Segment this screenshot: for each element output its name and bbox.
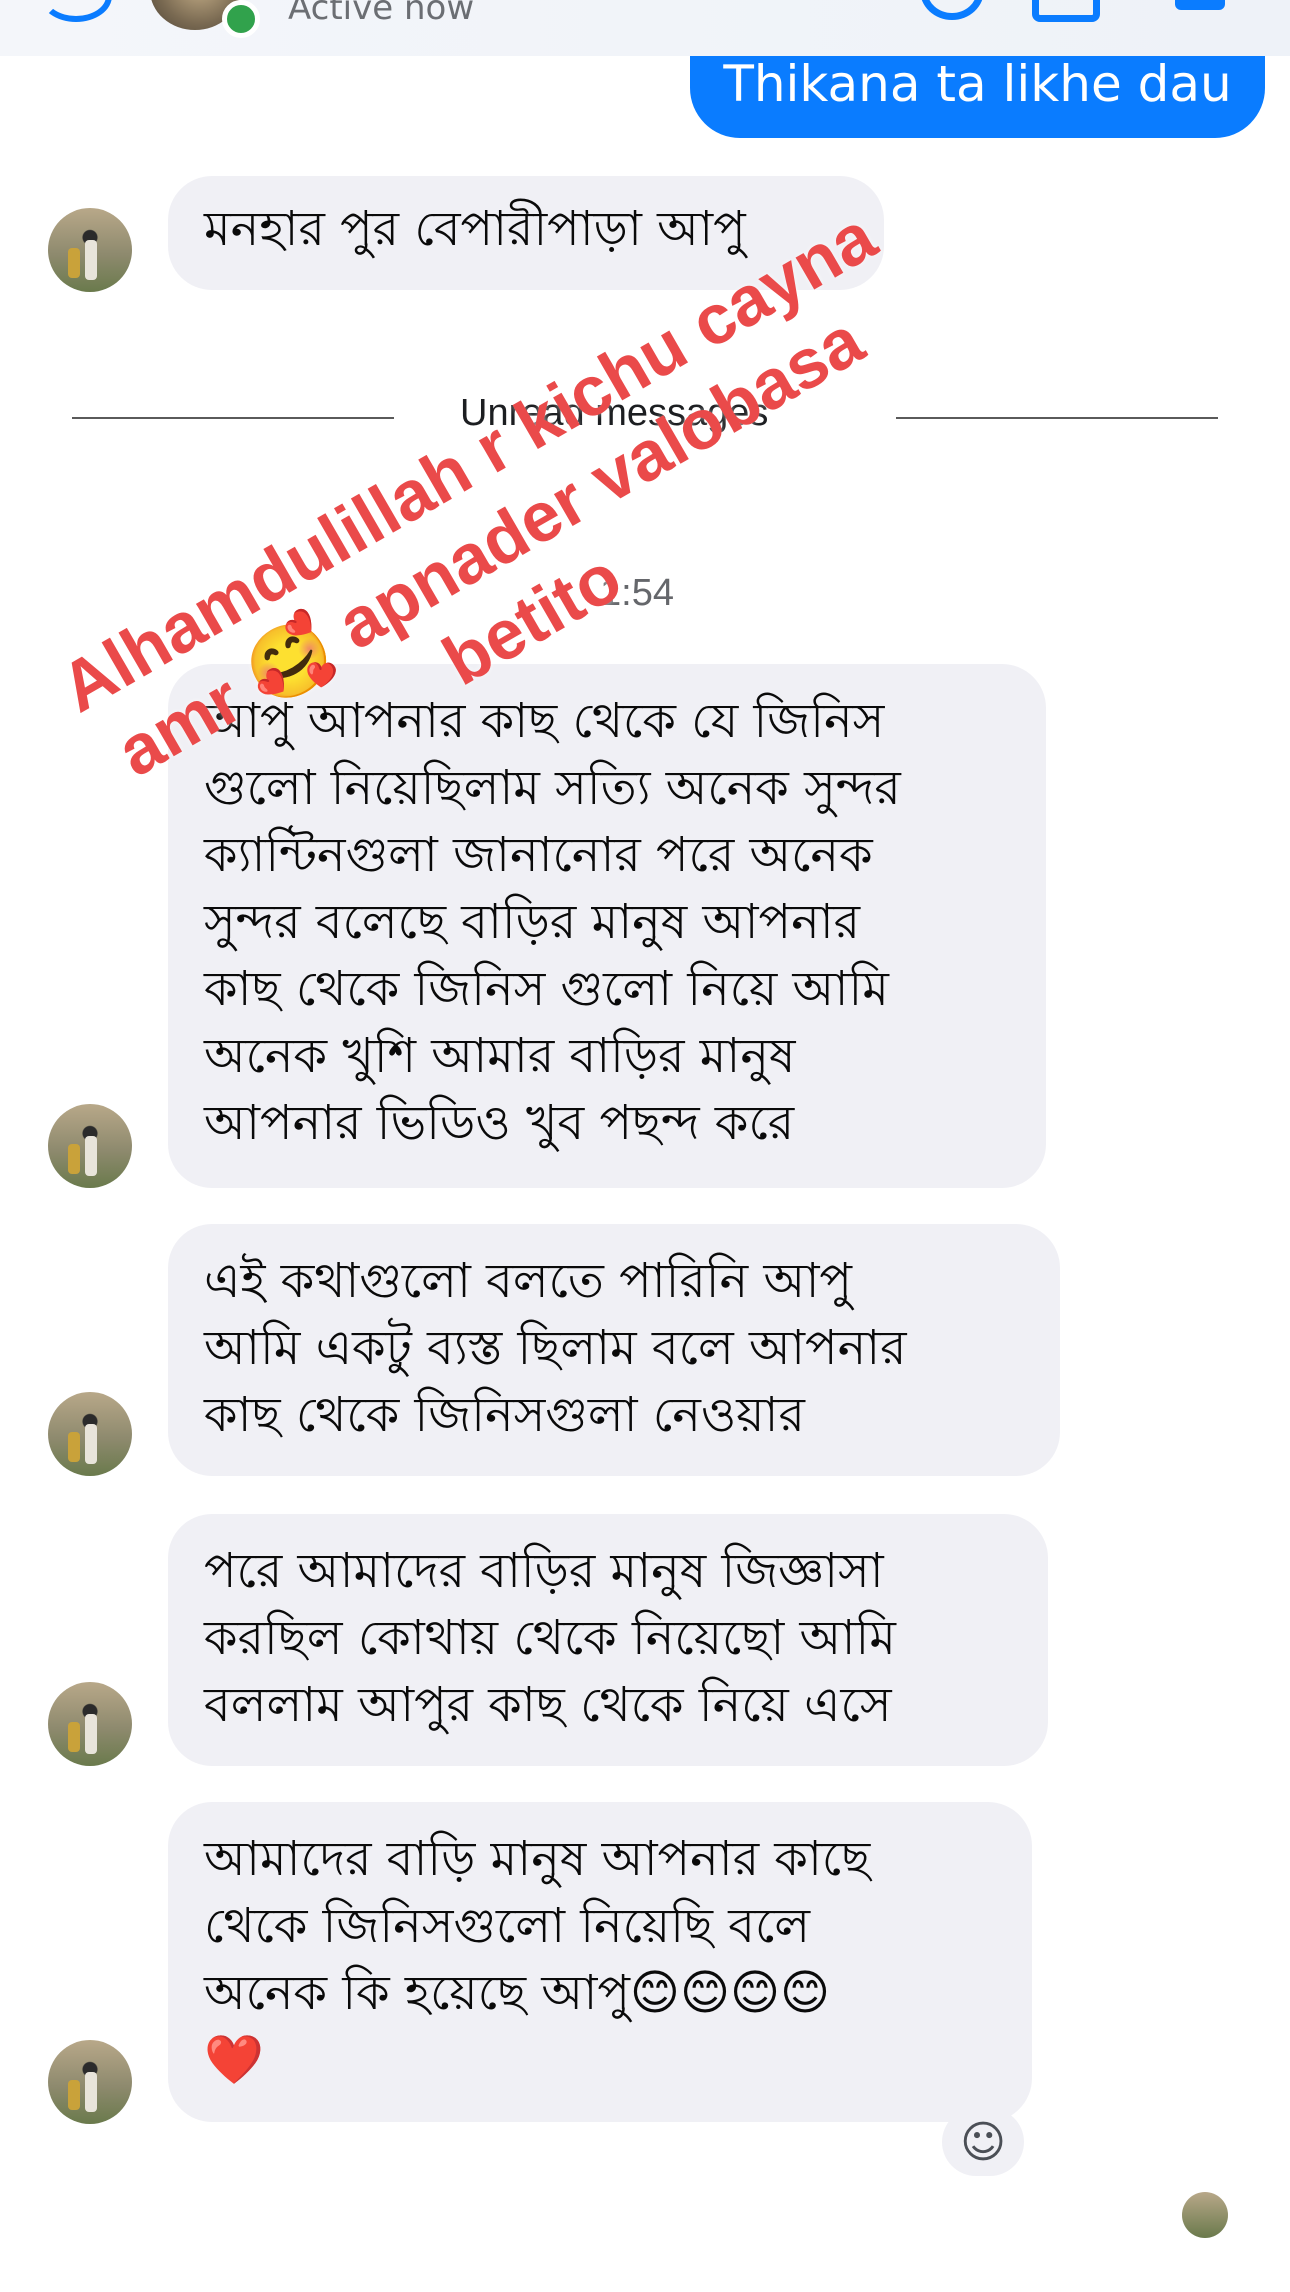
add-reaction-icon: ☺ xyxy=(960,2116,1006,2168)
message-line: করছিল কোথায় থেকে নিয়েছো আমি xyxy=(204,1610,896,1666)
sender-avatar[interactable] xyxy=(48,2040,132,2124)
back-arrow-icon[interactable] xyxy=(40,0,112,22)
message-line: কাছ থেকে জিনিসগুলা নেওয়ার xyxy=(204,1387,805,1443)
sender-avatar[interactable] xyxy=(48,208,132,292)
message-line: আমাদের বাড়ি মানুষ আপনার কাছে xyxy=(204,1831,871,1887)
divider-line-left xyxy=(72,417,394,419)
sender-avatar[interactable] xyxy=(48,1682,132,1766)
message-line: ❤️ xyxy=(204,2032,264,2088)
online-status-dot xyxy=(222,0,260,38)
sender-avatar[interactable] xyxy=(48,1104,132,1188)
message-line: অনেক খুশি আমার বাড়ির মানুষ xyxy=(204,1028,796,1084)
message-line: আপনার ভিডিও খুব পছন্দ করে xyxy=(204,1095,795,1151)
message-line: পরে আমাদের বাড়ির মানুষ জিজ্ঞাসা xyxy=(204,1543,884,1599)
incoming-message-bubble[interactable]: পরে আমাদের বাড়ির মানুষ জিজ্ঞাসা করছিল ক… xyxy=(168,1514,1048,1766)
phone-icon[interactable] xyxy=(920,0,984,20)
info-icon[interactable] xyxy=(1175,0,1225,10)
message-line: অনেক কি হয়েছে আপু😊😊😊😊 xyxy=(204,1965,831,2021)
message-line: এই কথাগুলো বলতে পারিনি আপু xyxy=(204,1253,853,1309)
seen-receipt-avatar xyxy=(1182,2192,1228,2238)
message-line: আমি একটু ব্যস্ত ছিলাম বলে আপনার xyxy=(204,1320,907,1376)
sender-avatar[interactable] xyxy=(48,1392,132,1476)
add-reaction-button[interactable]: ☺ xyxy=(942,2108,1024,2176)
message-line: ক্যান্টিনগুলা জানানোর পরে অনেক xyxy=(204,827,873,883)
divider-line-right xyxy=(896,417,1218,419)
video-camera-icon[interactable] xyxy=(1032,0,1100,22)
incoming-message-bubble[interactable]: এই কথাগুলো বলতে পারিনি আপু আমি একটু ব্যস… xyxy=(168,1224,1060,1476)
message-line: বললাম আপুর কাছ থেকে নিয়ে এসে xyxy=(204,1677,892,1733)
message-line: থেকে জিনিসগুলো নিয়েছি বলে xyxy=(204,1898,811,1954)
chat-header: Active now xyxy=(0,0,1290,56)
message-line: কাছ থেকে জিনিস গুলো নিয়ে আমি xyxy=(204,961,889,1017)
active-status-text: Active now xyxy=(288,0,475,28)
incoming-message-bubble[interactable]: আমাদের বাড়ি মানুষ আপনার কাছে থেকে জিনিস… xyxy=(168,1802,1032,2122)
message-line: সুন্দর বলেছে বাড়ির মানুষ আপনার xyxy=(204,894,861,950)
